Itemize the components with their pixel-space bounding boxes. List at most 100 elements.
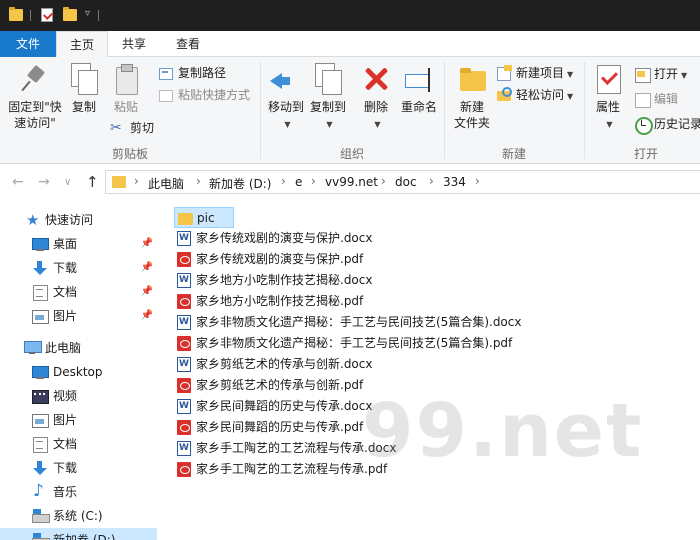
open-button[interactable]: 打开 ▼ xyxy=(634,65,687,83)
properties-icon[interactable] xyxy=(41,8,53,22)
document-icon xyxy=(32,437,48,453)
breadcrumb-this-pc[interactable]: 此电脑 xyxy=(148,175,184,192)
breadcrumb-separator[interactable]: › xyxy=(281,174,286,188)
scissors-icon xyxy=(110,119,126,137)
sidebar-item-documents[interactable]: 文档 📌 xyxy=(0,280,157,304)
group-divider xyxy=(260,62,261,159)
edit-button[interactable]: 编辑 xyxy=(634,90,678,108)
breadcrumb-separator[interactable]: › xyxy=(134,174,139,188)
forward-button[interactable]: → xyxy=(38,174,50,190)
download-icon xyxy=(32,261,48,275)
sidebar-item-downloads[interactable]: 下载 📌 xyxy=(0,256,157,280)
folder-icon[interactable] xyxy=(9,7,23,21)
address-bar-row: ← → ∨ ↑ › 此电脑 › 新加卷 (D:) › e › vv99.net … xyxy=(0,164,700,202)
list-item[interactable]: pic xyxy=(174,207,234,228)
pdf-icon xyxy=(177,378,191,393)
breadcrumb-334[interactable]: 334 xyxy=(443,175,466,189)
sidebar-item-pc-documents[interactable]: 文档 xyxy=(0,432,157,456)
sidebar-item-pc-downloads[interactable]: 下载 xyxy=(0,456,157,480)
new-folder-icon[interactable] xyxy=(63,7,77,21)
toolbar-divider xyxy=(30,10,31,21)
copy-path-icon xyxy=(158,65,174,81)
open-group-label: 打开 xyxy=(633,147,658,161)
document-icon xyxy=(32,285,48,301)
copy-path-button[interactable]: 复制路径 xyxy=(158,64,226,82)
copy-icon xyxy=(68,63,100,95)
tab-home[interactable]: 主页 xyxy=(56,31,108,58)
properties-icon xyxy=(592,63,624,95)
easy-access-button[interactable]: 轻松访问 ▼ xyxy=(496,86,573,104)
open-icon xyxy=(634,66,651,83)
copy-to-button[interactable]: 复制到 ▼ xyxy=(306,63,350,133)
paste-button[interactable]: 粘贴 xyxy=(110,63,142,115)
properties-button[interactable]: 属性 ▼ xyxy=(590,63,626,133)
new-group-label: 新建 xyxy=(501,147,526,161)
paste-shortcut-icon xyxy=(158,87,174,103)
sidebar-item-drive-c[interactable]: 系统 (C:) xyxy=(0,504,157,528)
group-divider xyxy=(444,62,445,159)
chevron-down-icon: ▼ xyxy=(567,70,574,79)
breadcrumb-separator[interactable]: › xyxy=(196,174,201,188)
word-document-icon xyxy=(177,270,191,291)
new-item-button[interactable]: 新建项目 ▼ xyxy=(496,64,573,82)
pin-icon: 📌 xyxy=(140,286,153,297)
word-document-icon xyxy=(177,438,191,459)
address-bar[interactable]: › 此电脑 › 新加卷 (D:) › e › vv99.net › doc › … xyxy=(105,170,700,194)
paste-shortcut-button[interactable]: 粘贴快捷方式 xyxy=(158,86,250,104)
sidebar-item-music[interactable]: 音乐 xyxy=(0,479,157,504)
customize-toolbar-icon[interactable]: ▿ xyxy=(85,8,90,19)
rename-button[interactable]: 重命名 xyxy=(398,63,440,115)
pin-to-quick-access-button[interactable]: 固定到"快 速访问" xyxy=(4,63,66,131)
sidebar-item-this-pc[interactable]: 此电脑 xyxy=(0,336,157,360)
sidebar-item-videos[interactable]: 视频 xyxy=(0,384,157,408)
tab-share[interactable]: 共享 xyxy=(110,31,158,57)
copy-button[interactable]: 复制 xyxy=(68,63,100,115)
delete-icon xyxy=(360,63,392,95)
pin-icon: 📌 xyxy=(140,262,153,273)
edit-icon xyxy=(634,91,651,108)
sidebar-item-desktop[interactable]: 桌面 📌 xyxy=(0,232,157,256)
sidebar-item-pc-desktop[interactable]: Desktop xyxy=(0,360,157,384)
toolbar-divider xyxy=(98,10,99,21)
sidebar-item-pictures[interactable]: 图片 📌 xyxy=(0,304,157,328)
up-button[interactable]: ↑ xyxy=(86,173,99,191)
delete-button[interactable]: 删除 ▼ xyxy=(360,63,392,133)
sidebar-item-quick-access[interactable]: 快速访问 xyxy=(0,208,157,232)
rename-icon xyxy=(403,63,435,95)
tab-view[interactable]: 查看 xyxy=(164,31,212,57)
back-button[interactable]: ← xyxy=(12,174,24,190)
breadcrumb-separator[interactable]: › xyxy=(429,174,434,188)
recent-locations-button[interactable]: ∨ xyxy=(64,177,71,188)
folder-icon xyxy=(178,213,193,225)
breadcrumb-separator[interactable]: › xyxy=(475,174,480,188)
ribbon: 固定到"快 速访问" 复制 粘贴 复制路径 粘贴快捷方式 剪切 剪贴板 移动到 … xyxy=(0,57,700,164)
picture-icon xyxy=(32,309,49,324)
breadcrumb-drive-d[interactable]: 新加卷 (D:) xyxy=(209,175,271,192)
pin-icon: 📌 xyxy=(140,238,153,249)
history-button[interactable]: 历史记录 xyxy=(634,115,700,135)
word-document-icon xyxy=(177,228,191,249)
star-icon xyxy=(26,208,42,232)
breadcrumb-e[interactable]: e xyxy=(295,175,302,189)
sidebar-item-drive-d[interactable]: 新加卷 (D:) xyxy=(0,528,157,540)
drive-icon xyxy=(32,509,50,523)
folder-icon xyxy=(112,176,126,188)
breadcrumb-separator[interactable]: › xyxy=(311,174,316,188)
breadcrumb-vv99[interactable]: vv99.net xyxy=(325,175,378,189)
word-document-icon xyxy=(177,312,191,333)
move-to-button[interactable]: 移动到 ▼ xyxy=(264,63,308,133)
breadcrumb-separator[interactable]: › xyxy=(381,174,386,188)
breadcrumb-doc[interactable]: doc xyxy=(395,175,417,189)
chevron-down-icon: ▼ xyxy=(681,71,688,80)
cut-button[interactable]: 剪切 xyxy=(110,119,154,137)
new-item-icon xyxy=(496,65,512,81)
new-folder-button[interactable]: 新建 文件夹 xyxy=(450,63,494,131)
file-list: pic 家乡传统戏剧的演变与保护.docx 家乡传统戏剧的演变与保护.pdf 家… xyxy=(157,202,700,540)
tab-file[interactable]: 文件 xyxy=(0,31,56,57)
sidebar-item-pc-pictures[interactable]: 图片 xyxy=(0,408,157,432)
move-to-icon xyxy=(270,63,302,95)
chevron-down-icon: ▼ xyxy=(374,120,381,129)
pdf-icon xyxy=(177,462,191,477)
pdf-icon xyxy=(177,294,191,309)
chevron-down-icon: ▼ xyxy=(606,120,613,129)
